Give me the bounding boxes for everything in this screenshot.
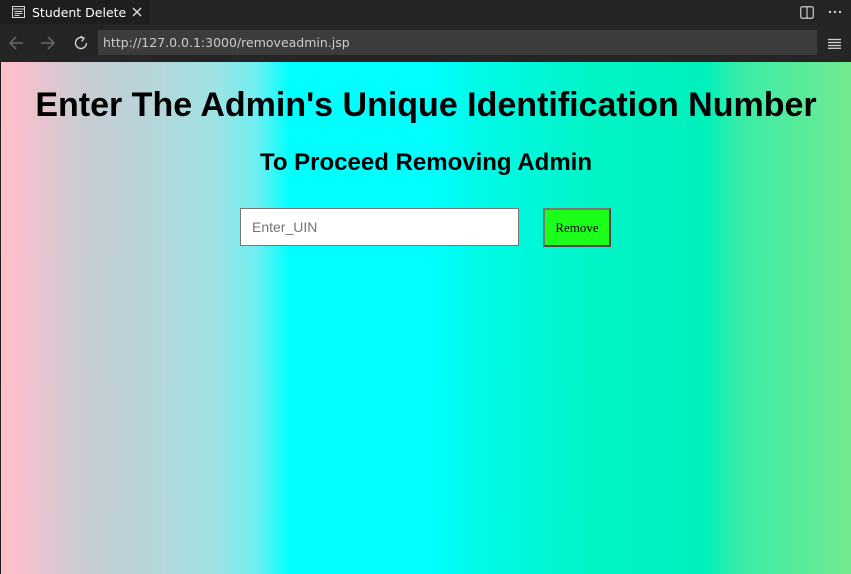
- navigation-bar: [0, 24, 851, 62]
- url-input[interactable]: [103, 35, 817, 50]
- remove-button[interactable]: Remove: [543, 208, 611, 247]
- close-icon[interactable]: [129, 4, 145, 20]
- split-editor-icon[interactable]: [799, 4, 815, 20]
- arrow-left-icon[interactable]: [7, 34, 25, 52]
- browser-page-icon: [11, 5, 25, 19]
- tab-student-delete[interactable]: Student Delete: [0, 0, 150, 24]
- page-title: Enter The Admin's Unique Identification …: [35, 86, 817, 124]
- hamburger-menu-icon[interactable]: [826, 34, 842, 52]
- browser-window: Student Delete http://127.0.0.1:3000/rem…: [0, 0, 851, 574]
- tab-strip: Student Delete: [0, 0, 851, 24]
- more-actions-icon[interactable]: [827, 4, 843, 20]
- reload-icon[interactable]: [72, 34, 90, 52]
- page-subtitle: To Proceed Removing Admin: [259, 149, 593, 176]
- arrow-right-icon[interactable]: [39, 34, 57, 52]
- tab-actions: [799, 0, 843, 24]
- uin-input[interactable]: [240, 208, 519, 246]
- tab-title: Student Delete: [32, 4, 127, 20]
- address-bar[interactable]: [98, 30, 817, 55]
- page-content: Enter The Admin's Unique Identification …: [1, 62, 851, 574]
